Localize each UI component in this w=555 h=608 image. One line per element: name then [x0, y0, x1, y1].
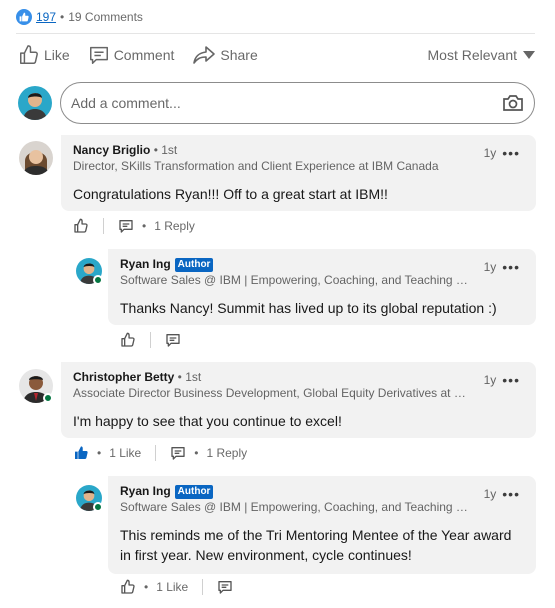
commenter-name-line: Ryan Ing Author	[120, 257, 524, 272]
comment-bubble: Christopher Betty • 1st Associate Direct…	[61, 362, 536, 438]
divider	[155, 445, 157, 461]
share-label: Share	[220, 47, 258, 63]
share-icon	[192, 44, 220, 66]
sort-label: Most Relevant	[427, 47, 517, 63]
commenter-name-line: Ryan Ing Author	[120, 484, 524, 499]
like-label: Like	[44, 47, 70, 63]
comment-input[interactable]	[71, 95, 502, 111]
divider	[150, 332, 151, 348]
comment-text: This reminds me of the Tri Mentoring Men…	[120, 527, 512, 563]
reply-count[interactable]: 1 Reply	[206, 446, 247, 460]
bullet: •	[144, 580, 149, 594]
social-action-bar: Like Comment Share Most Relevant	[14, 40, 535, 70]
commenter-headline: Software Sales @ IBM | Empowering, Coach…	[120, 500, 470, 514]
thumbs-up-icon[interactable]	[120, 579, 136, 595]
connection-degree: • 1st	[174, 370, 202, 384]
sort-dropdown[interactable]: Most Relevant	[428, 47, 535, 63]
thumbs-up-icon[interactable]	[120, 332, 136, 348]
comment-text: Thanks Nancy! Summit has lived up to its…	[120, 300, 497, 316]
reply-bubble: Ryan Ing Author Software Sales @ IBM | Em…	[108, 249, 536, 325]
commenter-headline: Associate Director Business Development,…	[73, 386, 473, 400]
comment-composer	[18, 82, 535, 124]
divider	[16, 33, 535, 34]
like-count[interactable]: 1 Like	[109, 446, 141, 460]
more-options-icon[interactable]: •••	[502, 486, 520, 502]
thumbs-up-icon[interactable]	[73, 445, 89, 461]
comment-icon[interactable]	[165, 332, 181, 348]
comment-text: I'm happy to see that you continue to ex…	[73, 413, 342, 429]
bullet: •	[194, 446, 199, 460]
online-status-indicator	[43, 393, 53, 403]
comment-button[interactable]: Comment	[84, 40, 179, 70]
comment-meta: 1y •••	[484, 486, 520, 502]
comment-meta: 1y •••	[484, 372, 520, 388]
reaction-count[interactable]: 197	[36, 10, 56, 24]
like-count[interactable]: 1 Like	[156, 580, 188, 594]
commenter-name[interactable]: Christopher Betty	[73, 370, 174, 384]
comment-bubble: Nancy Briglio • 1st Director, SKills Tra…	[61, 135, 536, 211]
bullet: •	[142, 219, 147, 233]
comment-time: 1y	[483, 373, 497, 387]
like-button[interactable]: Like	[14, 40, 74, 70]
commenter-headline: Software Sales @ IBM | Empowering, Coach…	[120, 273, 470, 287]
commenter-name-line: Nancy Briglio • 1st	[73, 143, 524, 158]
comment-icon	[88, 44, 114, 66]
comment-actions: • 1 Like	[120, 576, 233, 598]
author-badge: Author	[174, 258, 214, 272]
commenter-name[interactable]: Ryan Ing	[120, 484, 171, 498]
like-reaction-icon	[16, 9, 32, 25]
commenter-name-line: Christopher Betty • 1st	[73, 370, 524, 385]
comment-text: Congratulations Ryan!!! Off to a great s…	[73, 186, 388, 202]
comment-actions: • 1 Reply	[73, 215, 195, 237]
online-status-indicator	[93, 275, 103, 285]
comment-time: 1y	[483, 487, 497, 501]
more-options-icon[interactable]: •••	[502, 372, 520, 388]
commenter-name[interactable]: Nancy Briglio	[73, 143, 150, 157]
comment-actions	[120, 329, 181, 351]
avatar	[18, 86, 52, 120]
share-button[interactable]: Share	[188, 40, 261, 70]
author-badge: Author	[174, 485, 214, 499]
comment-input-box[interactable]	[60, 82, 535, 124]
reply-count[interactable]: 1 Reply	[154, 219, 195, 233]
counts-separator: •	[60, 10, 65, 24]
thumbs-up-icon	[18, 44, 44, 66]
comment-time: 1y	[483, 146, 497, 160]
connection-degree: • 1st	[150, 143, 178, 157]
divider	[103, 218, 104, 234]
camera-icon[interactable]	[502, 93, 524, 113]
social-counts: 197 • 19 Comments	[16, 8, 143, 26]
reply-bubble: Ryan Ing Author Software Sales @ IBM | Em…	[108, 476, 536, 574]
divider	[202, 579, 204, 595]
online-status-indicator	[93, 502, 103, 512]
avatar[interactable]	[19, 141, 53, 175]
more-options-icon[interactable]: •••	[502, 259, 520, 275]
comment-meta: 1y •••	[484, 259, 520, 275]
comment-icon[interactable]	[118, 218, 134, 234]
commenter-headline: Director, SKills Transformation and Clie…	[73, 159, 439, 173]
chevron-down-icon	[517, 51, 535, 59]
comment-meta: 1y •••	[484, 145, 520, 161]
comment-actions: • 1 Like • 1 Reply	[73, 442, 247, 464]
comment-label: Comment	[113, 47, 175, 63]
comment-time: 1y	[483, 260, 497, 274]
bullet: •	[97, 446, 102, 460]
thumbs-up-icon[interactable]	[73, 218, 89, 234]
commenter-name[interactable]: Ryan Ing	[120, 257, 171, 271]
comment-icon[interactable]	[217, 579, 233, 595]
comment-count[interactable]: 19 Comments	[68, 10, 143, 24]
more-options-icon[interactable]: •••	[502, 145, 520, 161]
comment-icon[interactable]	[170, 445, 186, 461]
